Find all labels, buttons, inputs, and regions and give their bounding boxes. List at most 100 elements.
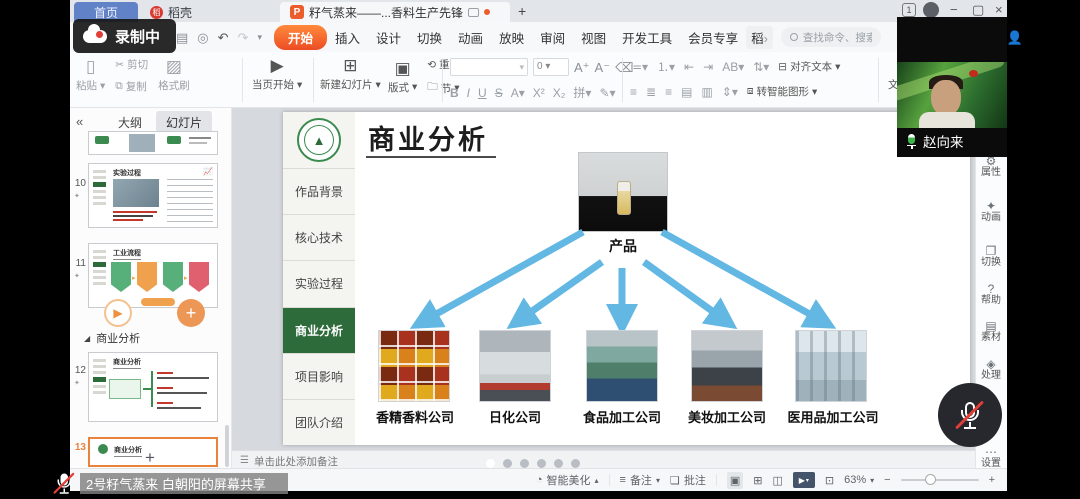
smart-beautify-label: 智能美化 xyxy=(547,472,591,488)
slide-sorter-view-button[interactable]: ⊞ xyxy=(753,474,762,487)
decrease-indent-button[interactable]: ⇤ xyxy=(684,60,694,74)
menu-tab-insert[interactable]: 插入 xyxy=(327,25,368,50)
italic-button[interactable]: I xyxy=(467,86,470,100)
thumb-play-button[interactable]: ▶ xyxy=(104,299,132,327)
menu-tab-slideshow[interactable]: 放映 xyxy=(491,25,532,50)
panel-scrollbar[interactable] xyxy=(225,425,229,467)
add-slide-float-button[interactable]: + xyxy=(177,299,205,327)
align-text-button[interactable]: ⊟ 对齐文本▾ xyxy=(778,59,840,74)
thumb12-mini-nav xyxy=(93,359,106,394)
menu-tab-view[interactable]: 视图 xyxy=(573,25,614,50)
zoom-in-button[interactable]: + xyxy=(989,474,995,486)
font-color-button[interactable]: A▾ xyxy=(511,86,525,100)
thumb10-photo xyxy=(113,179,159,207)
strikethrough-button[interactable]: S xyxy=(495,86,503,100)
new-slide-button[interactable]: ⊞ 新建幻灯片▾ xyxy=(320,57,381,92)
menu-tab-animation[interactable]: 动画 xyxy=(450,25,491,50)
align-right-icon[interactable]: ≡ xyxy=(665,85,672,99)
print-icon[interactable]: ▤ xyxy=(176,31,188,44)
add-slide-button[interactable]: + xyxy=(145,448,155,468)
slide-thumbnail-10[interactable]: 实验过程 📈 xyxy=(88,163,218,228)
notes-toggle-button[interactable]: ≡ 备注 ▾ xyxy=(620,472,660,488)
char-spacing-button[interactable]: ⇅▾ xyxy=(753,60,769,74)
panel-assets-button[interactable]: ▤ 素材 xyxy=(975,320,1007,343)
notes-icon: ☰ xyxy=(240,455,249,466)
restore-button[interactable]: ▢ xyxy=(972,3,984,16)
account-avatar[interactable] xyxy=(923,2,939,18)
decrease-font-icon[interactable]: A⁻ xyxy=(595,61,611,74)
highlight-button[interactable]: ✎▾ xyxy=(599,86,615,100)
customize-qat-chevron-icon[interactable]: ▾ xyxy=(257,33,262,42)
menu-tab-devtools[interactable]: 开发工具 xyxy=(614,25,680,50)
layout-button[interactable]: ▣ 版式▾ xyxy=(388,60,417,95)
panel-process-button[interactable]: ◈ 处理 xyxy=(975,358,1007,381)
line-spacing-icon[interactable]: ⇕▾ xyxy=(722,85,738,99)
tab-document[interactable]: P 籽气蒸来——...香料生产先锋 xyxy=(280,2,510,22)
copy-button[interactable]: ⧉ 复制 xyxy=(115,79,148,94)
panel-transition-button[interactable]: ❐ 切换 xyxy=(975,245,1007,268)
menu-tab-docer-resource[interactable]: 稻› xyxy=(746,26,773,49)
subscript-button[interactable]: X₂ xyxy=(553,86,566,100)
normal-view-button[interactable]: ▣ xyxy=(727,472,743,489)
annotation-button[interactable]: ❏ 批注 xyxy=(670,472,706,488)
notification-badge[interactable]: 1 xyxy=(902,3,916,17)
slide-thumbnail-12[interactable]: 商业分析 xyxy=(88,352,218,422)
convert-smartart-button[interactable]: ⧈ 转智能图形▾ xyxy=(747,84,817,99)
menu-tab-member[interactable]: 会员专享 xyxy=(680,25,746,50)
text-direction-button[interactable]: AB▾ xyxy=(722,60,744,74)
undo-icon[interactable]: ↶ xyxy=(218,31,229,44)
reading-view-button[interactable]: ◫ xyxy=(772,474,782,487)
format-painter-button[interactable]: ▨ 格式刷 xyxy=(158,58,190,93)
participant-name: 赵向来 xyxy=(923,131,964,151)
cut-button[interactable]: ✂ 剪切 xyxy=(115,57,148,72)
phonetic-guide-button[interactable]: 拼▾ xyxy=(573,84,591,101)
slide-thumbnail-9[interactable] xyxy=(88,131,218,155)
panel-properties-button[interactable]: ⚙ 属性 xyxy=(975,155,1007,178)
distribute-icon[interactable]: ▥ xyxy=(701,85,712,99)
zoom-slider[interactable] xyxy=(901,479,979,481)
bullet-list-button[interactable]: ≔▾ xyxy=(630,60,648,74)
increase-font-icon[interactable]: A⁺ xyxy=(574,61,590,74)
recording-indicator[interactable]: 录制中 xyxy=(73,19,176,53)
notes-bar[interactable]: ☰ 单击此处添加备注 xyxy=(232,450,975,468)
bold-button[interactable]: B xyxy=(450,86,459,100)
increase-indent-button[interactable]: ⇥ xyxy=(703,60,713,74)
search-input[interactable]: 查找命令、搜索模板 xyxy=(781,27,881,47)
outline-tab[interactable]: 大纲 xyxy=(118,114,142,131)
slideshow-play-button[interactable]: ▶▾ xyxy=(793,472,815,488)
zoom-level[interactable]: 63% ▾ xyxy=(844,474,874,486)
menu-tab-design[interactable]: 设计 xyxy=(368,25,409,50)
panel-animation-button[interactable]: ✦ 动画 xyxy=(975,200,1007,223)
section-header[interactable]: ◢ 商业分析 xyxy=(84,330,140,346)
minimize-button[interactable]: − xyxy=(950,3,958,16)
align-left-icon[interactable]: ≡ xyxy=(630,85,637,99)
new-tab-button[interactable]: + xyxy=(518,3,526,19)
mic-active-icon xyxy=(907,134,916,149)
mute-microphone-button[interactable] xyxy=(938,383,1002,447)
panel-help-button[interactable]: ? 帮助 xyxy=(975,283,1007,306)
share-collaborate-icon[interactable]: 👤 xyxy=(1007,31,1023,44)
menu-tab-start[interactable]: 开始 xyxy=(274,25,327,50)
print-preview-icon[interactable]: ◎ xyxy=(197,31,208,44)
menu-tab-review[interactable]: 审阅 xyxy=(532,25,573,50)
font-family-select[interactable]: ▾ xyxy=(450,58,528,76)
fit-slide-icon[interactable]: ⊡ xyxy=(825,474,834,487)
panel-settings-button[interactable]: ⋯ 设置 xyxy=(975,446,1007,469)
font-size-select[interactable]: 0 ▾ xyxy=(533,58,569,76)
numbered-list-button[interactable]: ⒈▾ xyxy=(657,58,675,75)
smart-beautify-button[interactable]: ◔ 智能美化 ▴ xyxy=(536,472,599,488)
close-button[interactable]: × xyxy=(995,3,1003,16)
video-call-panel[interactable]: 赵向来 xyxy=(897,17,1007,157)
paste-button[interactable]: ▯ 粘贴▾ xyxy=(76,58,105,93)
zoom-slider-knob[interactable] xyxy=(925,474,936,485)
align-center-icon[interactable]: ≣ xyxy=(646,85,656,99)
slide-thumbnail-11[interactable]: 工业流程 ▸ ▸ xyxy=(88,243,218,308)
play-from-current-button[interactable]: ▶ 当页开始▾ xyxy=(252,57,302,92)
collapse-panel-button[interactable]: « xyxy=(76,114,83,129)
justify-icon[interactable]: ▤ xyxy=(681,85,692,99)
superscript-button[interactable]: X² xyxy=(533,86,545,100)
menu-tab-transition[interactable]: 切换 xyxy=(409,25,450,50)
underline-button[interactable]: U xyxy=(478,86,487,100)
zoom-out-button[interactable]: − xyxy=(884,474,890,486)
redo-icon[interactable]: ↷ xyxy=(238,31,249,44)
